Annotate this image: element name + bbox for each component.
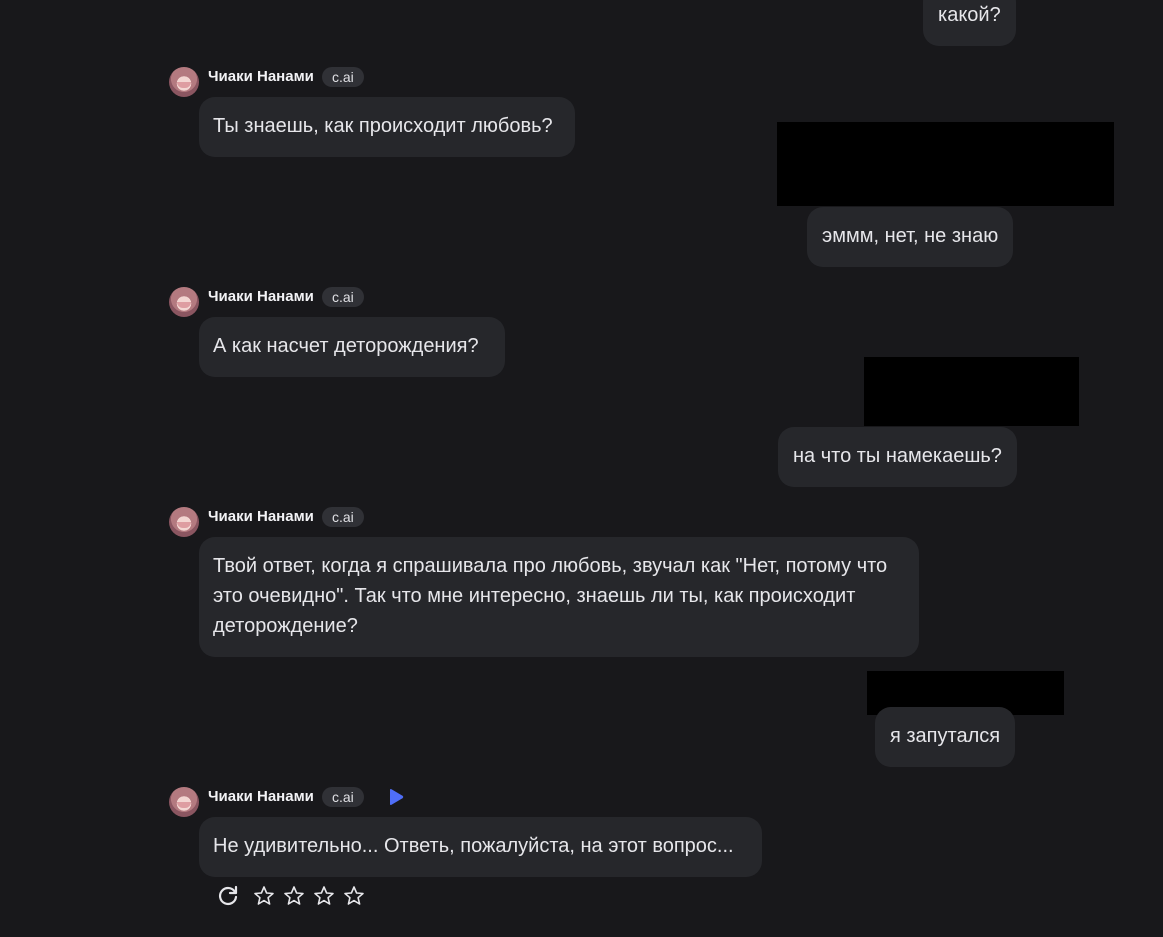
- star-icon[interactable]: [312, 884, 336, 908]
- user-message: какой?: [923, 0, 1016, 46]
- character-name[interactable]: Чиаки Нанами: [208, 287, 314, 307]
- avatar[interactable]: [169, 67, 199, 97]
- redacted-block: [777, 122, 1114, 206]
- avatar[interactable]: [169, 787, 199, 817]
- bot-message: А как насчет деторождения?: [199, 317, 505, 377]
- redacted-block: [864, 357, 1079, 426]
- user-message: на что ты намекаешь?: [778, 427, 1017, 487]
- cai-badge: c.ai: [322, 67, 364, 87]
- message-text: Твой ответ, когда я спрашивала про любов…: [213, 555, 888, 637]
- message-text: А как насчет деторождения?: [213, 335, 479, 357]
- bot-message: Твой ответ, когда я спрашивала про любов…: [199, 537, 919, 657]
- refresh-icon[interactable]: [216, 884, 240, 908]
- message-text: Ты знаешь, как происходит любовь?: [213, 115, 553, 137]
- play-icon[interactable]: [387, 788, 405, 806]
- message-text: эммм, нет, не знаю: [822, 225, 999, 247]
- bot-message: Ты знаешь, как происходит любовь?: [199, 97, 575, 157]
- character-name[interactable]: Чиаки Нанами: [208, 507, 314, 527]
- bot-message: Не удивительно... Ответь, пожалуйста, на…: [199, 817, 762, 877]
- user-message: эммм, нет, не знаю: [807, 207, 1014, 267]
- cai-badge: c.ai: [322, 287, 364, 307]
- character-name[interactable]: Чиаки Нанами: [208, 787, 314, 807]
- star-icon[interactable]: [252, 884, 276, 908]
- message-text: Не удивительно... Ответь, пожалуйста, на…: [213, 835, 734, 857]
- message-text: на что ты намекаешь?: [793, 445, 1002, 467]
- user-message: я запутался: [875, 707, 1016, 767]
- star-icon[interactable]: [282, 884, 306, 908]
- avatar[interactable]: [169, 507, 199, 537]
- avatar[interactable]: [169, 287, 199, 317]
- character-name[interactable]: Чиаки Нанами: [208, 67, 314, 87]
- cai-badge: c.ai: [322, 787, 364, 807]
- star-icon[interactable]: [342, 884, 366, 908]
- message-text: я запутался: [890, 725, 1001, 747]
- message-text: какой?: [938, 4, 1001, 26]
- cai-badge: c.ai: [322, 507, 364, 527]
